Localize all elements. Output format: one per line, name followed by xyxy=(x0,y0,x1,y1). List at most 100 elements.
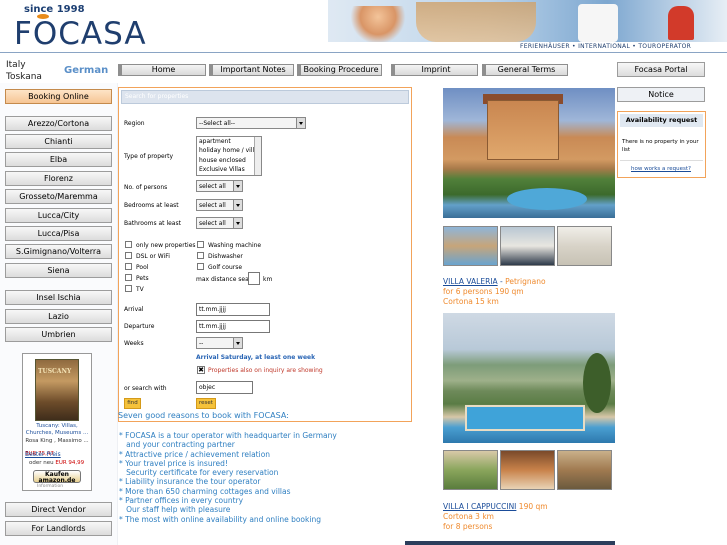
region-label: Toskana xyxy=(6,72,42,82)
book-title-link[interactable]: Tuscany: Villas, Churches, Museums ... xyxy=(25,423,89,437)
villa-cappuccini-photo[interactable] xyxy=(443,313,615,443)
direct-vendor-button[interactable]: Direct Vendor xyxy=(5,502,112,517)
reason-item: Security certificate for every reservati… xyxy=(119,468,279,478)
language-german-link[interactable]: German xyxy=(64,65,108,76)
arrival-date-input[interactable]: tt.mm.jjjj xyxy=(196,303,270,316)
book-cover-text: TUSCANY xyxy=(38,368,72,375)
focasa-logo[interactable]: FOCASA xyxy=(14,14,147,52)
type-list-scrollbar[interactable] xyxy=(254,137,261,175)
bedrooms-select-value: select all xyxy=(199,202,226,209)
buy-amazon-button[interactable]: Kaufen amazon.de xyxy=(33,470,81,483)
villa-valeria-thumb-1[interactable] xyxy=(443,226,498,266)
tv-checkbox[interactable] xyxy=(125,285,132,292)
focasa-portal-button[interactable]: Focasa Portal xyxy=(617,62,705,77)
tv-label: TV xyxy=(136,286,144,293)
reason-item: Our staff help with pleasure xyxy=(119,505,231,515)
book-cover-image[interactable]: TUSCANY xyxy=(35,359,79,421)
region-select[interactable]: --Select all-- xyxy=(196,117,306,129)
bedrooms-field-label: Bedrooms at least xyxy=(124,202,179,209)
new-price-label: oder neu xyxy=(29,460,54,466)
dishwasher-label: Dishwasher xyxy=(208,253,243,260)
reason-item: * The most with online availability and … xyxy=(119,514,321,524)
type-option-exclusive-villas[interactable]: Exclusive Villas xyxy=(197,165,261,174)
bathrooms-field-label: Bathrooms at least xyxy=(124,220,181,227)
persons-select[interactable]: select all xyxy=(196,180,243,192)
best-price-label[interactable]: Bester Preis xyxy=(25,451,61,458)
nav-booking-procedure[interactable]: Booking Procedure xyxy=(297,64,382,76)
ad-information-link[interactable]: Information xyxy=(37,484,63,489)
bedrooms-select[interactable]: select all xyxy=(196,199,243,211)
tagline: FERIENHÄUSER • INTERNATIONAL • TOUROPERA… xyxy=(520,43,692,50)
dsl-wifi-checkbox[interactable] xyxy=(125,252,132,259)
booking-online-button[interactable]: Booking Online xyxy=(5,89,112,104)
arrival-field-label: Arrival xyxy=(124,306,144,313)
search-form-heading: Search for properties xyxy=(121,90,409,104)
nav-home[interactable]: Home xyxy=(118,64,206,76)
sidebar-item-lucca-pisa[interactable]: Lucca/Pisa xyxy=(5,226,112,241)
chevron-down-icon xyxy=(233,218,242,228)
availability-divider xyxy=(620,160,703,161)
bathrooms-select[interactable]: select all xyxy=(196,217,243,229)
notice-button[interactable]: Notice xyxy=(617,87,705,102)
weeks-select-value: -- xyxy=(199,340,204,347)
nav-important-notes[interactable]: Important Notes xyxy=(209,64,294,76)
golf-course-checkbox[interactable] xyxy=(197,263,204,270)
villa-valeria-capacity: for 6 persons 190 qm xyxy=(443,287,524,296)
reason-item: and your contracting partner xyxy=(119,440,235,450)
sidebar-item-elba[interactable]: Elba xyxy=(5,152,112,167)
property-type-list[interactable]: apartment holiday home / villa house enc… xyxy=(196,136,262,176)
sidebar-item-chianti[interactable]: Chianti xyxy=(5,134,112,149)
villa-valeria-link[interactable]: VILLA VALERIA xyxy=(443,277,498,286)
distance-sea-input[interactable] xyxy=(248,272,260,285)
reset-button[interactable]: reset xyxy=(196,398,216,409)
pool-checkbox[interactable] xyxy=(125,263,132,270)
pets-checkbox[interactable] xyxy=(125,274,132,281)
book-ad: TUSCANY Tuscany: Villas, Churches, Museu… xyxy=(22,353,92,491)
nav-imprint[interactable]: Imprint xyxy=(391,64,478,76)
inquiry-checkbox[interactable]: ✖ xyxy=(197,366,205,374)
reason-item: * More than 650 charming cottages and vi… xyxy=(119,486,291,496)
sidebar-item-siena[interactable]: Siena xyxy=(5,263,112,278)
for-landlords-button[interactable]: For Landlords xyxy=(5,521,112,536)
reason-item: * FOCASA is a tour operator with headqua… xyxy=(119,431,337,440)
villa-valeria-distance: Cortona 15 km xyxy=(443,297,499,306)
nav-general-terms[interactable]: General Terms xyxy=(482,64,568,76)
sidebar-item-insel-ischia[interactable]: Insel Ischia xyxy=(5,290,112,305)
villa-valeria-place: Petrignano xyxy=(505,277,546,286)
villa-cappuccini-thumb-3[interactable] xyxy=(557,450,612,490)
villa-cappuccini-thumb-2[interactable] xyxy=(500,450,555,490)
sidebar-item-s-gimignano-volterra[interactable]: S.Gimignano/Volterra xyxy=(5,244,112,259)
type-option-apartment[interactable]: apartment xyxy=(197,137,261,146)
washing-machine-label: Washing machine xyxy=(208,242,262,249)
reason-item: * Liability insurance the tour operator xyxy=(119,477,261,487)
how-request-works-link[interactable]: how works a request? xyxy=(631,166,691,172)
country-region-label: Italy Toskana xyxy=(6,59,42,83)
type-option-holiday-home[interactable]: holiday home / villa xyxy=(197,146,261,155)
dishwasher-checkbox[interactable] xyxy=(197,252,204,259)
villa-valeria-thumb-3[interactable] xyxy=(557,226,612,266)
sidebar-item-lucca-city[interactable]: Lucca/City xyxy=(5,208,112,223)
only-new-checkbox[interactable] xyxy=(125,241,132,248)
sidebar-item-grosseto-maremma[interactable]: Grosseto/Maremma xyxy=(5,189,112,204)
villa-cappuccini-link[interactable]: VILLA I CAPPUCCINI xyxy=(443,502,516,511)
logo-letter-o: O xyxy=(32,14,59,52)
reasons-list: * FOCASA is a tour operator with headqua… xyxy=(119,431,337,524)
book-best-price: Bester Preis EUR 75,47 xyxy=(25,451,91,458)
villa-cappuccini-distance: Cortona 3 km xyxy=(443,512,494,521)
washing-machine-checkbox[interactable] xyxy=(197,241,204,248)
sidebar-item-arezzo-cortona[interactable]: Arezzo/Cortona xyxy=(5,116,112,131)
villa-valeria-photo[interactable] xyxy=(443,88,615,218)
type-option-house-enclosed[interactable]: house enclosed xyxy=(197,156,261,165)
departure-date-input[interactable]: tt.mm.jjjj xyxy=(196,320,270,333)
find-button[interactable]: find xyxy=(124,398,141,409)
sidebar-item-florenz[interactable]: Florenz xyxy=(5,171,112,186)
header-banner-image xyxy=(328,0,727,42)
object-search-input[interactable]: objec xyxy=(196,381,253,394)
villa-valeria-thumb-2[interactable] xyxy=(500,226,555,266)
villa-cappuccini-thumb-1[interactable] xyxy=(443,450,498,490)
sidebar-item-umbrien[interactable]: Umbrien xyxy=(5,327,112,342)
sidebar-item-lazio[interactable]: Lazio xyxy=(5,309,112,324)
departure-field-label: Departure xyxy=(124,323,155,330)
chevron-down-icon xyxy=(233,181,242,191)
weeks-select[interactable]: -- xyxy=(196,337,243,349)
